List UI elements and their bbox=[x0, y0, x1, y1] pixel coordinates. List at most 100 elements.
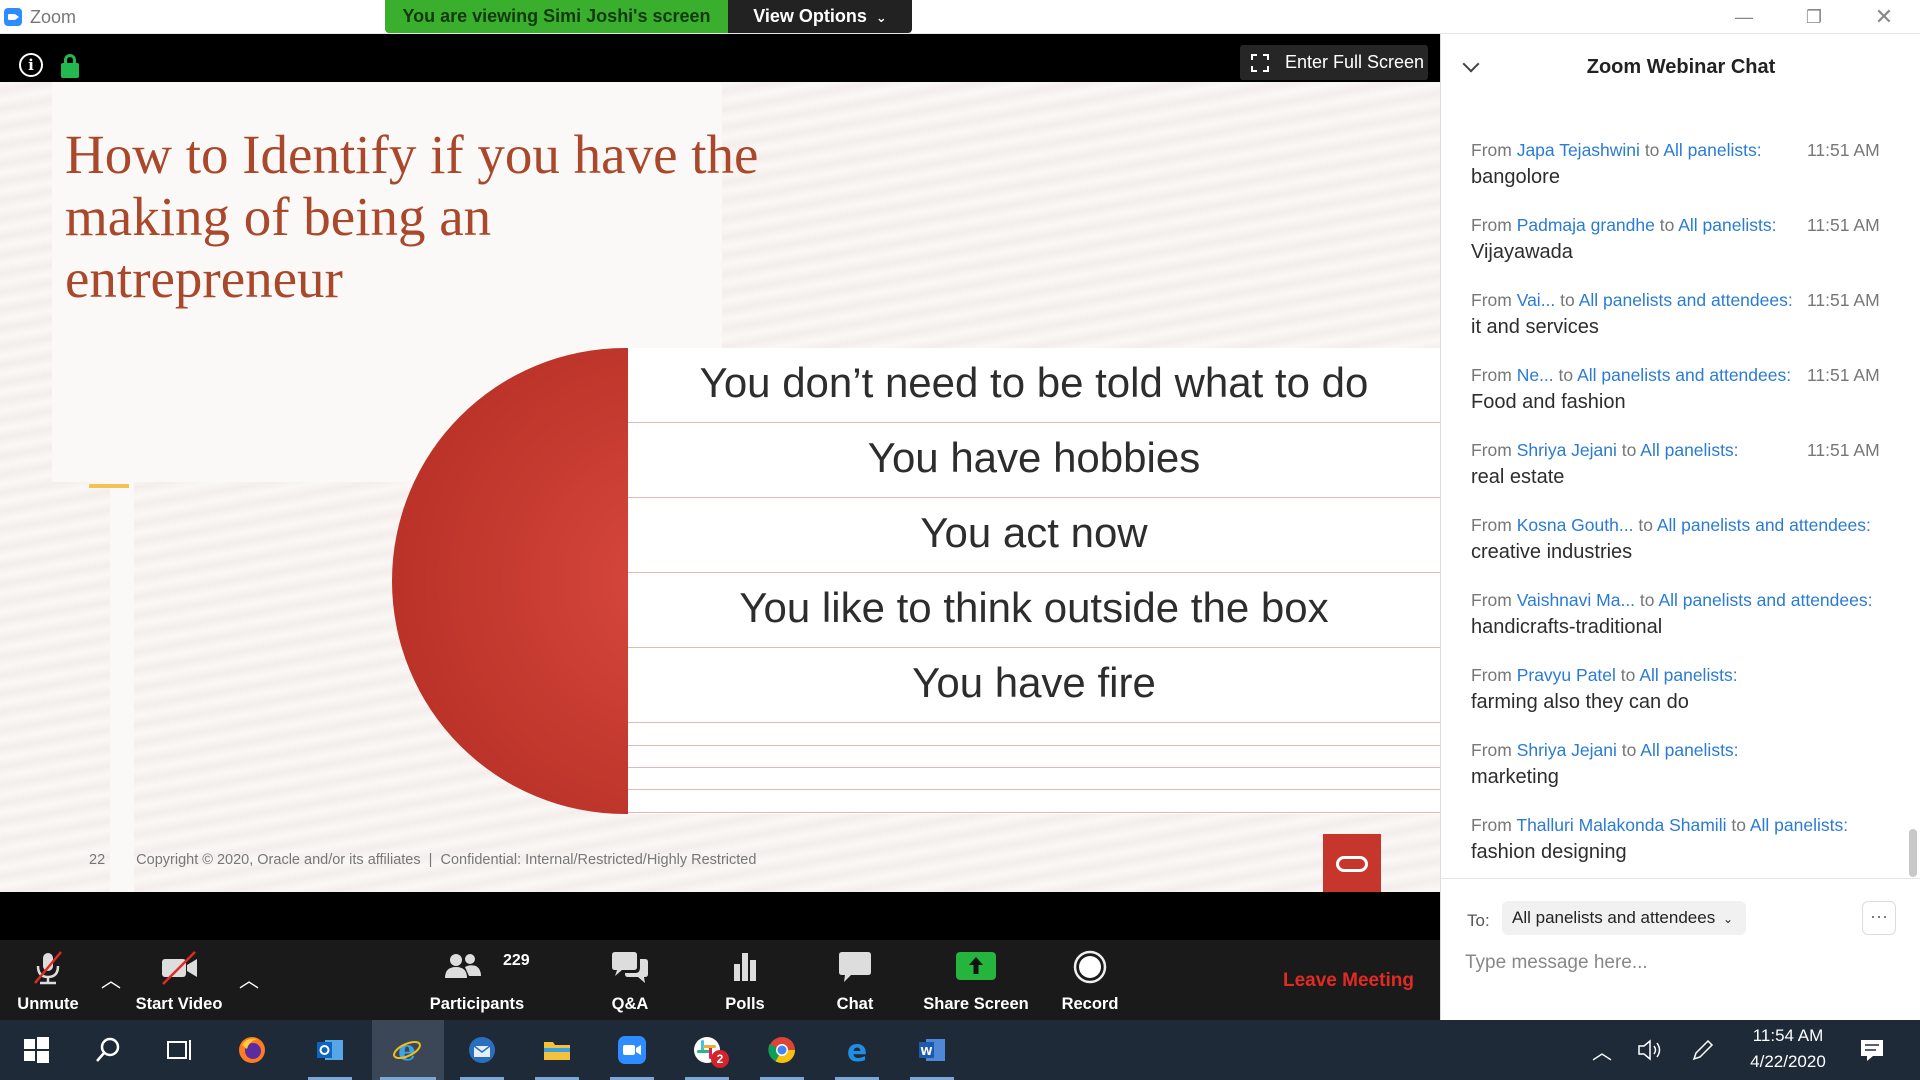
qa-button[interactable]: Q&A bbox=[590, 940, 670, 1020]
search-icon[interactable] bbox=[78, 1020, 138, 1080]
chat-timestamp: 11:51 AM bbox=[1807, 440, 1880, 460]
chat-recipient[interactable]: All panelists: bbox=[1663, 140, 1761, 160]
meeting-info-icon[interactable]: i bbox=[19, 53, 43, 77]
slide-bullet: You have fire bbox=[628, 648, 1440, 723]
file-explorer-icon[interactable] bbox=[527, 1020, 587, 1080]
video-options-caret-icon[interactable]: ︿ bbox=[239, 964, 259, 993]
chat-recipient[interactable]: All panelists: bbox=[1750, 815, 1848, 835]
chat-button[interactable]: Chat bbox=[815, 940, 895, 1020]
encryption-lock-icon[interactable] bbox=[61, 54, 79, 78]
chat-recipient[interactable]: All panelists and attendees: bbox=[1579, 290, 1793, 310]
clock-time[interactable]: 11:54 AM bbox=[1738, 1026, 1838, 1046]
chat-text: bangolore bbox=[1471, 166, 1560, 188]
close-button[interactable]: ✕ bbox=[1860, 4, 1908, 30]
chat-text: handicrafts-traditional bbox=[1471, 616, 1663, 638]
word-icon[interactable]: W bbox=[902, 1020, 962, 1080]
internet-explorer-icon[interactable]: e bbox=[372, 1020, 444, 1080]
chat-recipient[interactable]: All panelists and attendees: bbox=[1577, 365, 1791, 385]
qa-bubbles-icon bbox=[612, 952, 648, 983]
chat-recipient[interactable]: All panelists: bbox=[1640, 440, 1738, 460]
chat-message-list[interactable]: From Japa Tejashwini to All panelists: 1… bbox=[1441, 102, 1920, 914]
window-title: Zoom bbox=[30, 7, 77, 27]
view-options-label: View Options bbox=[753, 6, 867, 26]
slide-bullet: You have hobbies bbox=[628, 423, 1440, 498]
chevron-down-icon: ⌄ bbox=[875, 10, 887, 25]
unmute-button[interactable]: Unmute bbox=[0, 940, 96, 1020]
start-video-button[interactable]: Start Video bbox=[126, 940, 232, 1020]
svg-text:e: e bbox=[398, 1035, 416, 1065]
recipient-value: All panelists and attendees bbox=[1512, 908, 1716, 927]
polls-button[interactable]: Polls bbox=[705, 940, 785, 1020]
chat-sender[interactable]: Padmaja grandhe bbox=[1517, 215, 1655, 235]
chat-recipient[interactable]: All panelists: bbox=[1639, 665, 1737, 685]
restore-button[interactable]: ❐ bbox=[1790, 4, 1838, 30]
chat-timestamp: 11:51 AM bbox=[1807, 290, 1880, 310]
chat-text: it and services bbox=[1471, 316, 1599, 338]
leave-meeting-button[interactable]: Leave Meeting bbox=[1283, 970, 1414, 992]
notification-center-icon[interactable] bbox=[1858, 1036, 1886, 1064]
chat-message-input[interactable] bbox=[1465, 943, 1895, 983]
chat-title: Zoom Webinar Chat bbox=[1586, 56, 1776, 78]
pen-icon[interactable] bbox=[1690, 1037, 1716, 1063]
slide-footer: 22 Copyright © 2020, Oracle and/or its a… bbox=[89, 852, 756, 868]
chat-sender[interactable]: Thalluri Malakonda Shamili bbox=[1516, 815, 1726, 835]
chat-sender[interactable]: Shriya Jejani bbox=[1517, 440, 1617, 460]
chat-scrollbar[interactable] bbox=[1909, 829, 1917, 877]
meeting-toolbar: Unmute ︿ Start Video ︿ Participants 229 bbox=[0, 940, 1440, 1020]
oracle-logo-icon bbox=[1323, 834, 1381, 892]
full-screen-label: Enter Full Screen bbox=[1285, 52, 1425, 72]
chat-timestamp: 11:51 AM bbox=[1807, 365, 1880, 385]
chat-sender[interactable]: Pravyu Patel bbox=[1517, 665, 1616, 685]
chat-message: From Ne... to All panelists and attendee… bbox=[1471, 365, 1880, 413]
volume-icon[interactable] bbox=[1636, 1037, 1662, 1063]
firefox-icon[interactable] bbox=[222, 1020, 282, 1080]
chat-timestamp: 11:51 AM bbox=[1807, 140, 1880, 160]
recipient-select[interactable]: All panelists and attendees ⌄ bbox=[1502, 901, 1746, 935]
chat-message: From Japa Tejashwini to All panelists: 1… bbox=[1471, 140, 1880, 188]
polls-icon bbox=[734, 953, 756, 981]
chat-message: From Pravyu Patel to All panelists: farm… bbox=[1471, 665, 1738, 713]
zoom-app-icon bbox=[4, 8, 22, 26]
start-video-label: Start Video bbox=[135, 995, 223, 1013]
unmute-label: Unmute bbox=[17, 995, 79, 1013]
chevron-up-icon[interactable]: ︿ bbox=[1592, 1036, 1612, 1065]
slack-icon[interactable]: 2 bbox=[677, 1020, 737, 1080]
slide-bullet-list: You don’t need to be told what to do You… bbox=[628, 348, 1440, 814]
chat-compose-area: To: All panelists and attendees ⌄ ··· bbox=[1441, 878, 1920, 1020]
slide-page-number: 22 bbox=[89, 852, 106, 868]
zoom-app: Zoom You are viewing Simi Joshi's screen… bbox=[0, 0, 1920, 1080]
chat-sender[interactable]: Vaishnavi Ma... bbox=[1517, 590, 1635, 610]
chat-more-button[interactable]: ··· bbox=[1862, 901, 1896, 935]
view-options-button[interactable]: View Options ⌄ bbox=[728, 0, 912, 33]
windows-start-icon[interactable] bbox=[6, 1020, 66, 1080]
chat-sender[interactable]: Ne... bbox=[1517, 365, 1554, 385]
minimize-button[interactable]: — bbox=[1720, 4, 1768, 30]
chat-sender[interactable]: Shriya Jejani bbox=[1517, 740, 1617, 760]
chat-sender[interactable]: Japa Tejashwini bbox=[1517, 140, 1640, 160]
chat-recipient[interactable]: All panelists and attendees: bbox=[1658, 590, 1872, 610]
thunderbird-icon[interactable] bbox=[452, 1020, 512, 1080]
video-off-icon bbox=[162, 951, 197, 985]
chat-message: From Vai... to All panelists and attende… bbox=[1471, 290, 1880, 338]
svg-text:e: e bbox=[847, 1035, 867, 1065]
enter-full-screen-button[interactable]: Enter Full Screen bbox=[1240, 45, 1428, 80]
clock-date[interactable]: 4/22/2020 bbox=[1738, 1052, 1838, 1072]
zoom-taskbar-icon[interactable] bbox=[602, 1020, 662, 1080]
chat-message: From Kosna Gouth... to All panelists and… bbox=[1471, 515, 1871, 563]
chat-recipient[interactable]: All panelists: bbox=[1640, 740, 1738, 760]
slide-accent-dash bbox=[89, 484, 129, 488]
chat-sender[interactable]: Vai... bbox=[1517, 290, 1556, 310]
chat-message: From Padmaja grandhe to All panelists: 1… bbox=[1471, 215, 1880, 263]
share-screen-button[interactable]: Share Screen bbox=[920, 940, 1032, 1020]
record-button[interactable]: Record bbox=[1050, 940, 1130, 1020]
chat-recipient[interactable]: All panelists: bbox=[1678, 215, 1776, 235]
chat-sender[interactable]: Kosna Gouth... bbox=[1517, 515, 1634, 535]
audio-options-caret-icon[interactable]: ︿ bbox=[101, 964, 121, 993]
chat-recipient[interactable]: All panelists and attendees: bbox=[1657, 515, 1871, 535]
record-icon bbox=[1073, 950, 1107, 984]
task-view-icon[interactable] bbox=[150, 1020, 210, 1080]
chat-label: Chat bbox=[836, 995, 874, 1013]
chrome-icon[interactable] bbox=[752, 1020, 812, 1080]
outlook-icon[interactable] bbox=[300, 1020, 360, 1080]
edge-icon[interactable]: e bbox=[827, 1020, 887, 1080]
